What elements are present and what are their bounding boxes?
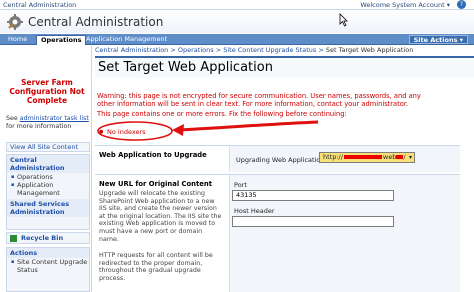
port-input[interactable]: 43135 xyxy=(232,190,394,201)
help-icon[interactable]: ? xyxy=(457,0,466,9)
webapp-field-label: Upgrading Web Application: xyxy=(236,156,327,164)
tab-home[interactable]: Home xyxy=(4,35,31,45)
recycle-bin-link[interactable]: Recycle Bin xyxy=(6,232,90,244)
tab-application-management[interactable]: Application Management xyxy=(82,35,171,45)
breadcrumb-item[interactable]: Central Administration xyxy=(95,46,168,54)
section-description-url-2: HTTP requests for all content will be re… xyxy=(99,252,213,282)
actions-panel: Actions Site Content Upgrade Status xyxy=(6,247,90,292)
administrator-task-list-link[interactable]: administrator task list xyxy=(20,115,89,122)
top-bar: Central Administration Welcome System Ac… xyxy=(0,0,474,10)
breadcrumb-item[interactable]: Site Content Upgrade Status xyxy=(223,46,316,54)
nav-heading-shared-services[interactable]: Shared Services Administration xyxy=(7,199,89,217)
actions-heading: Actions xyxy=(7,248,89,258)
quick-launch-group: Central Administration Operations Applic… xyxy=(6,154,90,230)
annotation-arrow-icon xyxy=(177,120,319,132)
site-name-link[interactable]: Central Administration xyxy=(3,1,76,9)
nav-heading-central-admin[interactable]: Central Administration xyxy=(7,155,89,173)
breadcrumb: Central Administration > Operations > Si… xyxy=(95,46,414,54)
section-description-url: Upgrade will relocate the existing Share… xyxy=(99,190,222,243)
nav-item-application-management[interactable]: Application Management xyxy=(7,181,89,197)
top-nav-bar: Home Operations Application Management S… xyxy=(0,34,474,45)
gear-icon xyxy=(7,14,23,30)
recycle-bin-icon xyxy=(10,235,17,242)
farm-config-warning-title: Server Farm Configuration Not Complete xyxy=(9,78,85,105)
host-header-input[interactable] xyxy=(232,216,394,227)
chevron-down-icon[interactable]: ▾ xyxy=(409,153,412,162)
webapp-select[interactable]: http://web / ▾ xyxy=(319,152,415,163)
error-summary: This page contains one or more errors. F… xyxy=(97,110,347,118)
farm-config-warning-text: See administrator task list for more inf… xyxy=(6,115,89,130)
redaction-mark xyxy=(343,155,382,159)
page-title: Set Target Web Application xyxy=(95,56,474,78)
nav-item-operations[interactable]: Operations xyxy=(7,173,89,181)
error-item: No indexers xyxy=(99,128,146,136)
tab-operations[interactable]: Operations xyxy=(36,35,87,45)
section-title-url: New URL for Original Content xyxy=(99,180,212,188)
breadcrumb-current: Set Target Web Application xyxy=(325,46,414,54)
port-label: Port xyxy=(234,181,247,189)
encryption-warning: Warning: this page is not encrypted for … xyxy=(97,92,421,108)
user-menu[interactable]: Welcome System Account ▾ xyxy=(360,1,450,9)
breadcrumb-item[interactable]: Operations xyxy=(178,46,214,54)
section-title-webapp: Web Application to Upgrade xyxy=(99,151,207,159)
view-all-site-content-link[interactable]: View All Site Content xyxy=(6,142,90,152)
nav-item-site-content-upgrade-status[interactable]: Site Content Upgrade Status xyxy=(7,258,89,274)
site-actions-menu[interactable]: Site Actions ▾ xyxy=(408,35,468,44)
app-title: Central Administration xyxy=(28,15,164,29)
mouse-cursor-icon xyxy=(339,13,348,27)
host-header-label: Host Header xyxy=(234,207,275,215)
